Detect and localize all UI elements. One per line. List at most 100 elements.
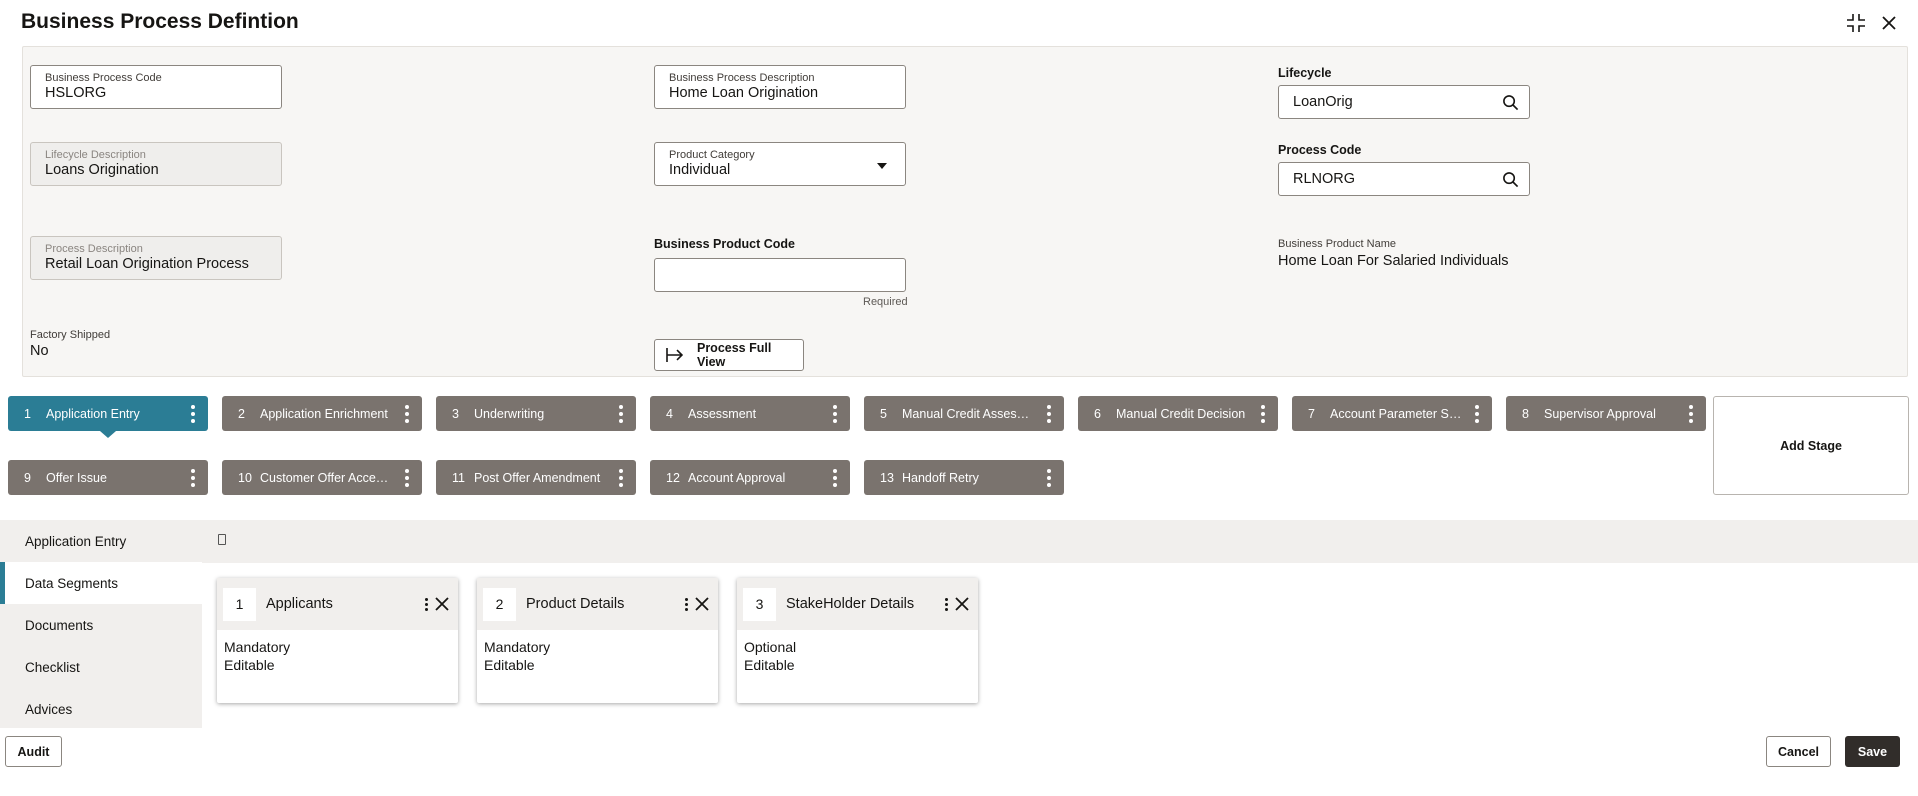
segment-number: 2 (483, 587, 516, 621)
close-icon[interactable] (952, 594, 972, 614)
stage-7[interactable]: 7 Account Parameter Setup (1292, 396, 1492, 431)
stage-detail-nav: Application Entry Data Segments Document… (0, 520, 202, 728)
segments-toolbar (202, 520, 1918, 563)
form-panel: Business Process Code HSLORG Business Pr… (22, 46, 1908, 377)
stage-label: Account Approval (688, 470, 786, 485)
more-icon[interactable] (820, 468, 850, 487)
more-icon[interactable] (940, 597, 952, 611)
segment-editable: Editable (484, 657, 535, 673)
business-product-code-label: Business Product Code (654, 237, 795, 251)
segment-card-stakeholder-details[interactable]: 3 StakeHolder Details Optional Editable (737, 578, 978, 703)
stage-number: 11 (452, 470, 465, 485)
close-icon[interactable] (1878, 12, 1900, 34)
stage-10[interactable]: 10 Customer Offer Acceptance (222, 460, 422, 495)
more-icon[interactable] (178, 404, 208, 423)
audit-button[interactable]: Audit (5, 736, 62, 767)
more-icon[interactable] (420, 597, 432, 611)
stage-5[interactable]: 5 Manual Credit Assessment (864, 396, 1064, 431)
lifecycle-input[interactable]: LoanOrig (1278, 85, 1530, 119)
save-button[interactable]: Save (1845, 736, 1900, 767)
page-title: Business Process Defintion (21, 10, 299, 33)
segment-card-applicants[interactable]: 1 Applicants Mandatory Editable (217, 578, 458, 703)
nav-item-label: Advices (25, 701, 73, 717)
stage-label: Application Enrichment (260, 406, 388, 421)
process-full-view-button[interactable]: Process Full View (654, 339, 804, 371)
more-icon[interactable] (606, 404, 636, 423)
more-icon[interactable] (1034, 404, 1064, 423)
field-label: Process Description (45, 243, 143, 255)
business-process-code-field[interactable]: Business Process Code HSLORG (30, 65, 282, 109)
stage-label: Customer Offer Acceptance (260, 470, 392, 485)
stage-8[interactable]: 8 Supervisor Approval (1506, 396, 1706, 431)
segment-card-header: 2 Product Details (477, 578, 718, 630)
process-code-value: RLNORG (1293, 171, 1356, 187)
stage-4[interactable]: 4 Assessment (650, 396, 850, 431)
stage-label: Handoff Retry (902, 470, 979, 485)
stage-number: 10 (238, 470, 252, 485)
stage-label: Account Parameter Setup (1330, 406, 1462, 421)
more-icon[interactable] (820, 404, 850, 423)
segment-mandatory: Mandatory (484, 639, 551, 655)
field-value: HSLORG (45, 85, 107, 101)
segment-editable: Editable (224, 657, 275, 673)
stage-2[interactable]: 2 Application Enrichment (222, 396, 422, 431)
nav-item-checklist[interactable]: Checklist (0, 646, 202, 688)
segment-card-body: Mandatory Editable (477, 630, 718, 682)
more-icon[interactable] (680, 597, 692, 611)
business-product-code-input[interactable] (654, 258, 906, 292)
field-value: Individual (669, 162, 731, 178)
more-icon[interactable] (606, 468, 636, 487)
nav-item-advices[interactable]: Advices (0, 688, 202, 730)
chevron-down-icon (877, 163, 887, 169)
minimize-icon[interactable] (1845, 12, 1867, 34)
close-icon[interactable] (692, 594, 712, 614)
more-icon[interactable] (178, 468, 208, 487)
more-icon[interactable] (1676, 404, 1706, 423)
stage-label: Manual Credit Assessment (902, 406, 1034, 421)
stage-12[interactable]: 12 Account Approval (650, 460, 850, 495)
stage-9[interactable]: 9 Offer Issue (8, 460, 208, 495)
stage-number: 9 (24, 470, 31, 485)
segment-number: 1 (223, 587, 256, 621)
document-icon[interactable] (218, 534, 226, 545)
save-label: Save (1857, 744, 1888, 759)
field-label: Business Process Description (669, 72, 815, 84)
process-description-field: Process Description Retail Loan Originat… (30, 236, 282, 280)
nav-item-documents[interactable]: Documents (0, 604, 202, 646)
more-icon[interactable] (392, 468, 422, 487)
stage-label: Manual Credit Decision (1116, 406, 1246, 421)
stage-6[interactable]: 6 Manual Credit Decision (1078, 396, 1278, 431)
field-label: Product Category (669, 149, 755, 161)
process-flow-icon (666, 348, 684, 362)
more-icon[interactable] (1462, 404, 1492, 423)
stage-1[interactable]: 1 Application Entry (8, 396, 208, 438)
nav-item-data-segments[interactable]: Data Segments (0, 562, 202, 604)
lifecycle-value: LoanOrig (1293, 94, 1353, 110)
stage-11[interactable]: 11 Post Offer Amendment (436, 460, 636, 495)
cancel-button[interactable]: Cancel (1766, 736, 1831, 767)
business-product-name-value: Home Loan For Salaried Individuals (1278, 253, 1509, 269)
segment-card-product-details[interactable]: 2 Product Details Mandatory Editable (477, 578, 718, 703)
product-category-select[interactable]: Product Category Individual (654, 142, 906, 186)
search-icon[interactable] (1502, 94, 1519, 111)
business-product-name-label: Business Product Name (1278, 238, 1396, 250)
business-process-description-field[interactable]: Business Process Description Home Loan O… (654, 65, 906, 109)
required-hint: Required (863, 296, 908, 308)
more-icon[interactable] (1248, 404, 1278, 423)
stage-label: Offer Issue (46, 470, 107, 485)
close-icon[interactable] (432, 594, 452, 614)
stage-number: 6 (1094, 406, 1101, 421)
process-code-label: Process Code (1278, 143, 1362, 157)
stage-3[interactable]: 3 Underwriting (436, 396, 636, 431)
stage-13[interactable]: 13 Handoff Retry (864, 460, 1064, 495)
more-icon[interactable] (1034, 468, 1064, 487)
field-value: Retail Loan Origination Process (45, 256, 249, 272)
process-code-input[interactable]: RLNORG (1278, 162, 1530, 196)
search-icon[interactable] (1502, 171, 1519, 188)
nav-item-application-entry[interactable]: Application Entry (0, 520, 202, 562)
more-icon[interactable] (392, 404, 422, 423)
nav-item-label: Documents (25, 617, 94, 633)
nav-item-label: Data Segments (25, 575, 119, 591)
add-stage-button[interactable]: Add Stage (1713, 396, 1909, 495)
segment-editable: Editable (744, 657, 795, 673)
